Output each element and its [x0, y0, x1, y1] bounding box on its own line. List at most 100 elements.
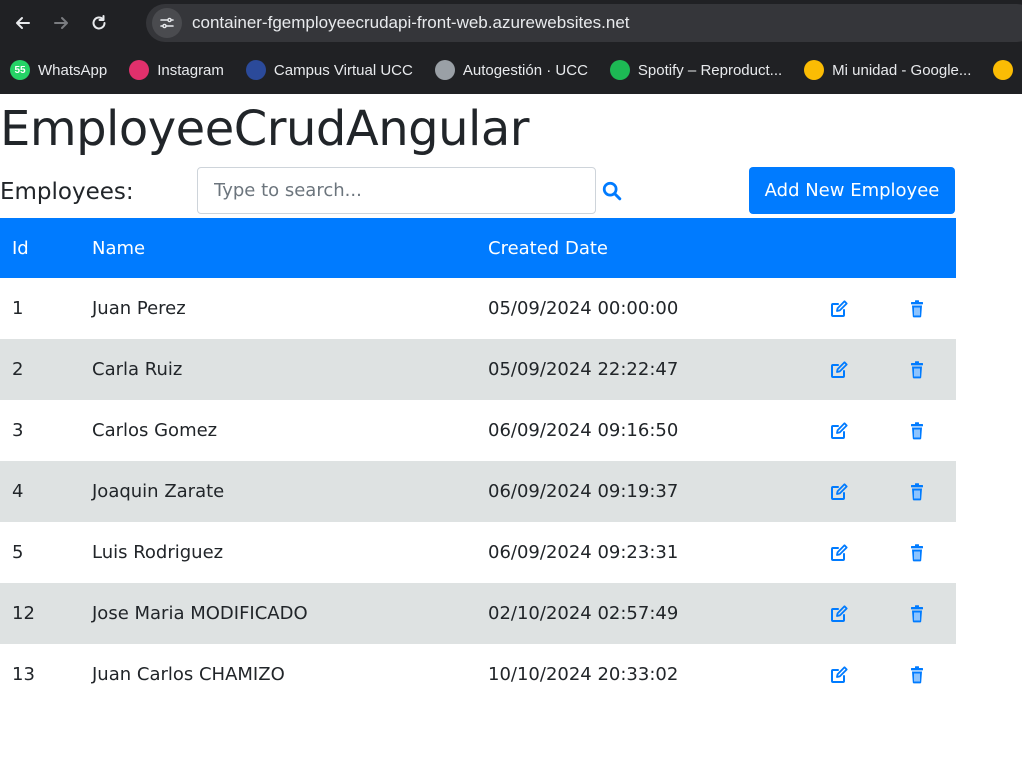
- edit-icon[interactable]: [828, 298, 850, 320]
- cell-created-date: 06/09/2024 09:19:37: [488, 481, 679, 502]
- cell-created-date: 02/10/2024 02:57:49: [488, 603, 679, 624]
- reload-button[interactable]: [84, 8, 114, 38]
- cell-id: 5: [12, 542, 24, 563]
- cell-name: Juan Perez: [92, 298, 186, 319]
- cell-delete: [878, 481, 956, 503]
- cell-name: Joaquin Zarate: [92, 481, 225, 502]
- page-title: EmployeeCrudAngular: [0, 101, 530, 157]
- table-row: 13 Juan Carlos CHAMIZO 10/10/2024 20:33:02: [0, 644, 956, 705]
- cell-edit: [800, 298, 878, 320]
- cell-id: 2: [12, 359, 24, 380]
- employees-table: Id Name Created Date 1 Juan Perez 05/09/20…: [0, 218, 956, 705]
- cell-created-date: 06/09/2024 09:16:50: [488, 420, 679, 441]
- employees-label: Employees:: [0, 179, 134, 205]
- trash-icon[interactable]: [906, 420, 928, 442]
- cell-id: 12: [12, 603, 35, 624]
- trash-icon[interactable]: [906, 664, 928, 686]
- cell-name: Luis Rodriguez: [92, 542, 224, 563]
- bookmark-label: Instagram: [157, 61, 224, 79]
- table-body: 1 Juan Perez 05/09/2024 00:00:00 2 Carla Rui…: [0, 278, 956, 705]
- arrow-right-icon: [54, 17, 68, 29]
- trash-icon[interactable]: [906, 481, 928, 503]
- edit-icon[interactable]: [828, 420, 850, 442]
- table-row: 5 Luis Rodriguez 06/09/2024 09:23:31: [0, 522, 956, 583]
- campus-icon: [245, 60, 266, 80]
- back-button[interactable]: [8, 8, 38, 38]
- drive-icon: [993, 60, 1014, 80]
- cell-delete: [878, 542, 956, 564]
- globe-icon: [434, 60, 455, 80]
- bookmark-label: WhatsApp: [38, 61, 108, 79]
- omnibox[interactable]: container-fgemployeecrudapi-front-web.az…: [146, 4, 1022, 42]
- cell-id: 13: [12, 664, 35, 685]
- edit-icon[interactable]: [828, 359, 850, 381]
- table-row: 2 Carla Ruiz 05/09/2024 22:22:47: [0, 339, 956, 400]
- add-new-employee-button[interactable]: Add New Employee: [749, 167, 955, 214]
- cell-name: Juan Carlos CHAMIZO: [92, 664, 285, 685]
- table-row: 1 Juan Perez 05/09/2024 00:00:00: [0, 278, 956, 339]
- column-header-name: Name: [92, 237, 146, 259]
- cell-delete: [878, 298, 956, 320]
- reload-icon: [92, 15, 106, 30]
- bookmark-item[interactable]: Instagram: [129, 60, 224, 80]
- bookmark-item[interactable]: Mi unidad - Google...: [804, 60, 971, 80]
- drive-icon: [804, 60, 825, 80]
- cell-edit: [800, 420, 878, 442]
- edit-icon[interactable]: [828, 542, 850, 564]
- cell-edit: [800, 603, 878, 625]
- table-row: 4 Joaquin Zarate 06/09/2024 09:19:37: [0, 461, 956, 522]
- cell-edit: [800, 664, 878, 686]
- bookmark-label: Campus Virtual UCC: [273, 61, 413, 79]
- bookmark-item[interactable]: Fac: [993, 60, 1022, 80]
- cell-delete: [878, 603, 956, 625]
- bookmark-item[interactable]: 55 WhatsApp: [10, 60, 107, 80]
- cell-name: Carla Ruiz: [92, 359, 183, 380]
- column-header-id: Id: [12, 237, 29, 259]
- cell-delete: [878, 664, 956, 686]
- edit-icon[interactable]: [828, 603, 850, 625]
- bookmark-item[interactable]: Spotify – Reproduct...: [609, 60, 783, 80]
- cell-name: Carlos Gomez: [92, 420, 218, 441]
- bookmarks-bar: 55 WhatsApp Instagram Campus Virtual UCC Aut…: [0, 46, 1022, 94]
- bookmark-item[interactable]: Autogestión · UCC: [434, 60, 588, 80]
- column-header-created-date: Created Date: [488, 237, 608, 259]
- cell-id: 3: [12, 420, 24, 441]
- browser-chrome: container-fgemployeecrudapi-front-web.az…: [0, 0, 1022, 94]
- bookmark-label: Mi unidad - Google...: [832, 61, 972, 79]
- search-icon: [602, 181, 622, 201]
- forward-button[interactable]: [46, 8, 76, 38]
- instagram-icon: [129, 60, 150, 80]
- address-bar-row: container-fgemployeecrudapi-front-web.az…: [0, 0, 1022, 46]
- cell-name: Jose Maria MODIFICADO: [92, 603, 308, 624]
- trash-icon[interactable]: [906, 298, 928, 320]
- bookmark-label: Autogestión · UCC: [462, 61, 588, 79]
- arrow-left-icon: [16, 17, 30, 29]
- trash-icon[interactable]: [906, 359, 928, 381]
- cell-created-date: 10/10/2024 20:33:02: [488, 664, 679, 685]
- trash-icon[interactable]: [906, 603, 928, 625]
- table-header: Id Name Created Date: [0, 218, 956, 278]
- whatsapp-icon: 55: [10, 60, 30, 80]
- cell-edit: [800, 481, 878, 503]
- cell-delete: [878, 420, 956, 442]
- cell-created-date: 06/09/2024 09:23:31: [488, 542, 679, 563]
- search-button[interactable]: [600, 179, 624, 203]
- edit-icon[interactable]: [828, 481, 850, 503]
- table-row: 12 Jose Maria MODIFICADO 02/10/2024 02:57:…: [0, 583, 956, 644]
- cell-edit: [800, 359, 878, 381]
- cell-edit: [800, 542, 878, 564]
- cell-delete: [878, 359, 956, 381]
- tune-icon: [160, 17, 174, 29]
- cell-id: 1: [12, 298, 24, 319]
- bookmark-label: Spotify – Reproduct...: [637, 61, 783, 79]
- cell-created-date: 05/09/2024 22:22:47: [488, 359, 679, 380]
- cell-created-date: 05/09/2024 00:00:00: [488, 298, 679, 319]
- trash-icon[interactable]: [906, 542, 928, 564]
- search-input[interactable]: [197, 167, 596, 214]
- url-text[interactable]: container-fgemployeecrudapi-front-web.az…: [192, 13, 630, 33]
- bookmark-item[interactable]: Campus Virtual UCC: [245, 60, 413, 80]
- cell-id: 4: [12, 481, 24, 502]
- edit-icon[interactable]: [828, 664, 850, 686]
- site-info-button[interactable]: [152, 8, 182, 38]
- table-row: 3 Carlos Gomez 06/09/2024 09:16:50: [0, 400, 956, 461]
